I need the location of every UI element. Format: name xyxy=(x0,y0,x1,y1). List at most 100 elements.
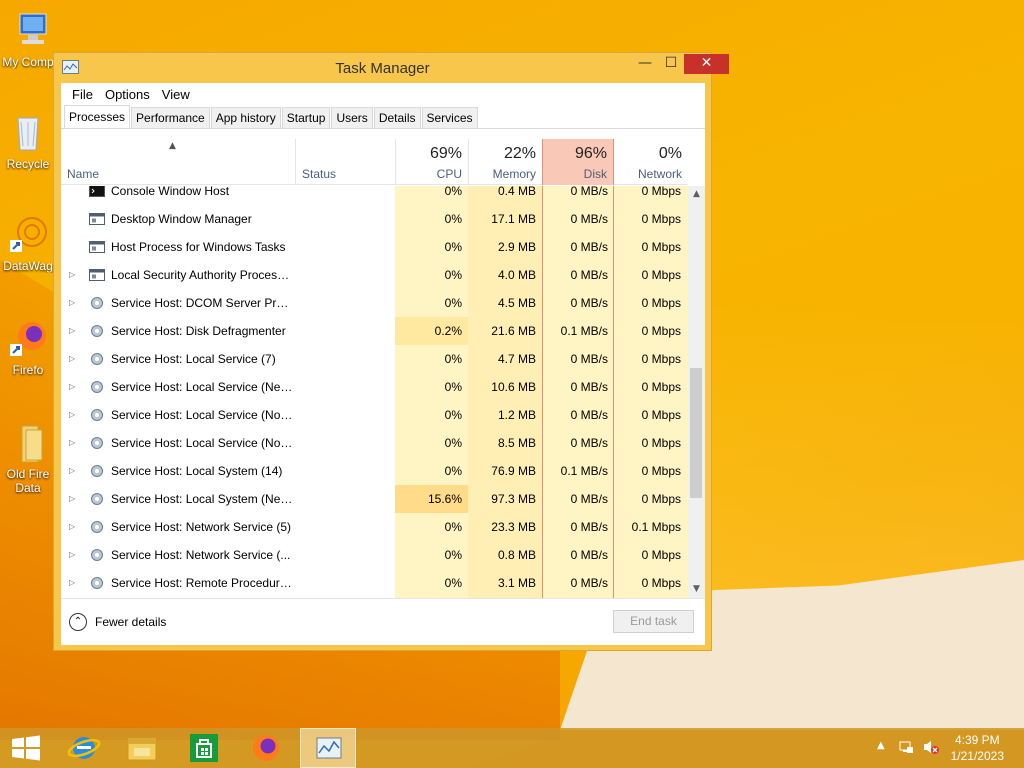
process-row[interactable]: ▷ Service Host: Local Service (7) 0% 4.7 MB… xyxy=(61,345,688,373)
desktop-icon-firefox[interactable]: Firefo xyxy=(0,318,56,377)
minimize-button[interactable]: — xyxy=(632,54,658,74)
process-disk: 0 MB/s xyxy=(570,576,608,590)
service-gear-icon xyxy=(91,465,103,477)
expand-arrow-icon[interactable]: ▷ xyxy=(69,289,79,317)
file-explorer-icon xyxy=(127,737,157,761)
process-network: 0 Mbps xyxy=(641,186,681,198)
process-row[interactable]: ▷ Service Host: Disk Defragmenter 0.2% 21.6… xyxy=(61,317,688,345)
expand-arrow-icon[interactable]: ▷ xyxy=(69,457,79,485)
service-gear-icon xyxy=(91,325,103,337)
expand-arrow-icon[interactable]: ▷ xyxy=(69,485,79,513)
process-row[interactable]: ▷ Service Host: Local Service (No I... 0% 1… xyxy=(61,401,688,429)
process-row[interactable]: Host Process for Windows Tasks 0% 2.9 MB 0 … xyxy=(61,233,688,261)
folder-icon xyxy=(21,425,43,463)
expand-arrow-icon[interactable]: ▷ xyxy=(69,373,79,401)
process-rows: Console Window Host 0% 0.4 MB 0 MB/s 0 Mbps D… xyxy=(61,186,688,597)
process-cpu: 15.6% xyxy=(427,492,462,506)
expand-arrow-icon[interactable]: ▷ xyxy=(69,569,79,597)
process-disk: 0.1 MB/s xyxy=(560,464,608,478)
scrollbar-thumb[interactable] xyxy=(690,368,702,498)
process-row[interactable]: ▷ Service Host: Local Service (No ... 0% 8.… xyxy=(61,429,688,457)
scroll-down-arrow-icon[interactable]: ▼ xyxy=(688,581,705,598)
process-disk: 0 MB/s xyxy=(570,436,608,450)
collapse-chevron-icon[interactable]: ⌃ xyxy=(69,613,87,631)
window-title: Task Manager xyxy=(335,60,430,77)
column-header-name[interactable]: ▲ Name xyxy=(61,139,295,185)
service-gear-icon xyxy=(91,381,103,393)
process-memory: 4.7 MB xyxy=(497,352,536,366)
desktop-icon-old-firefox-data[interactable]: Old Fire Data xyxy=(0,422,56,495)
expand-arrow-icon[interactable]: ▷ xyxy=(69,345,79,373)
column-header-disk[interactable]: 96% Disk xyxy=(542,139,614,185)
process-grid: ▲ Name Status 69% CPU 22% Memory 96% Dis… xyxy=(61,139,705,598)
process-row[interactable]: ▷ Service Host: Local System (Net... 15.6%… xyxy=(61,485,688,513)
process-row[interactable]: ▷ Service Host: Network Service (... 0% 0.8… xyxy=(61,541,688,569)
tab-performance[interactable]: Performance xyxy=(131,107,210,128)
expand-arrow-icon[interactable]: ▷ xyxy=(69,429,79,457)
process-row[interactable]: ▷ Service Host: Local System (14) 0% 76.9 M… xyxy=(61,457,688,485)
menu-view[interactable]: View xyxy=(156,87,196,102)
process-row[interactable]: ▷ Service Host: Local Service (Net... 0% 10… xyxy=(61,373,688,401)
end-task-button[interactable]: End task xyxy=(613,610,694,633)
process-row[interactable]: ▷ Service Host: DCOM Server Proc... 0% 4.5 … xyxy=(61,289,688,317)
column-header-memory[interactable]: 22% Memory xyxy=(468,139,542,185)
service-gear-icon xyxy=(91,353,103,365)
desktop-icon-recycle-bin[interactable]: Recycle xyxy=(0,112,56,171)
process-disk: 0 MB/s xyxy=(570,268,608,282)
service-gear-icon xyxy=(91,437,103,449)
desktop-icon-datawag[interactable]: DataWag xyxy=(0,214,56,273)
taskbar-internet-explorer[interactable] xyxy=(56,728,112,768)
process-memory: 3.1 MB xyxy=(497,576,536,590)
desktop-icon-label: Old Fire xyxy=(6,467,50,481)
fewer-details-link[interactable]: Fewer details xyxy=(95,615,166,629)
column-header-network[interactable]: 0% Network xyxy=(614,139,688,185)
start-button[interactable] xyxy=(0,728,56,768)
process-cpu: 0% xyxy=(444,408,462,422)
process-row[interactable]: ▷ Service Host: Remote Procedure... 0% 3.1 … xyxy=(61,569,688,597)
firefox-icon xyxy=(10,322,46,356)
process-row[interactable]: Console Window Host 0% 0.4 MB 0 MB/s 0 Mbps xyxy=(61,186,688,205)
expand-arrow-icon[interactable]: ▷ xyxy=(69,513,79,541)
expand-arrow-icon[interactable]: ▷ xyxy=(69,541,79,569)
tab-startup[interactable]: Startup xyxy=(281,107,331,128)
process-row[interactable]: ▷ Local Security Authority Process... 0% 4.… xyxy=(61,261,688,289)
menu-options[interactable]: Options xyxy=(99,87,156,102)
title-bar[interactable]: Task Manager — ☐ ✕ xyxy=(54,53,729,83)
expand-arrow-icon[interactable]: ▷ xyxy=(69,317,79,345)
column-header-status[interactable]: Status xyxy=(295,139,395,185)
process-list: Console Window Host 0% 0.4 MB 0 MB/s 0 Mbps D… xyxy=(61,186,688,598)
tab-app-history[interactable]: App history xyxy=(210,107,281,128)
menu-file[interactable]: File xyxy=(66,87,99,102)
volume-muted-icon[interactable] xyxy=(922,739,940,755)
desktop-icon-my-computer[interactable]: My Comp xyxy=(0,10,56,69)
show-hidden-icons-chevron-icon[interactable]: ▲ xyxy=(877,740,885,751)
taskbar-store[interactable] xyxy=(176,728,232,768)
process-name: Host Process for Windows Tasks xyxy=(111,240,286,254)
expand-arrow-icon[interactable]: ▷ xyxy=(69,261,79,289)
expand-arrow-icon[interactable]: ▷ xyxy=(69,401,79,429)
cpu-total-percent: 69% xyxy=(429,145,462,162)
taskbar-firefox[interactable] xyxy=(238,728,294,768)
vertical-scrollbar[interactable]: ▲ ▼ xyxy=(688,186,705,598)
tab-users[interactable]: Users xyxy=(331,107,373,128)
service-gear-icon xyxy=(91,577,103,589)
tab-details[interactable]: Details xyxy=(373,107,421,128)
maximize-button[interactable]: ☐ xyxy=(658,54,684,74)
network-icon[interactable] xyxy=(898,739,914,755)
close-button[interactable]: ✕ xyxy=(684,54,729,74)
start-icon xyxy=(12,735,40,761)
column-label-status: Status xyxy=(302,167,337,181)
tab-processes[interactable]: Processes xyxy=(64,105,131,128)
service-gear-icon xyxy=(91,549,103,561)
tab-services[interactable]: Services xyxy=(421,107,478,128)
process-row[interactable]: Desktop Window Manager 0% 17.1 MB 0 MB/s 0 M… xyxy=(61,205,688,233)
desktop-icon-label: Firefo xyxy=(12,363,44,377)
footer-bar: ⌃ Fewer details End task xyxy=(61,598,705,645)
column-label-disk: Disk xyxy=(583,167,607,181)
column-header-cpu[interactable]: 69% CPU xyxy=(395,139,468,185)
tray-clock[interactable]: 4:39 PM 1/21/2023 xyxy=(951,732,1004,764)
taskbar-task-manager[interactable] xyxy=(300,728,356,768)
process-row[interactable]: ▷ Service Host: Network Service (5) 0% 23.3… xyxy=(61,513,688,541)
taskbar-file-explorer[interactable] xyxy=(114,728,170,768)
scroll-up-arrow-icon[interactable]: ▲ xyxy=(688,186,705,203)
